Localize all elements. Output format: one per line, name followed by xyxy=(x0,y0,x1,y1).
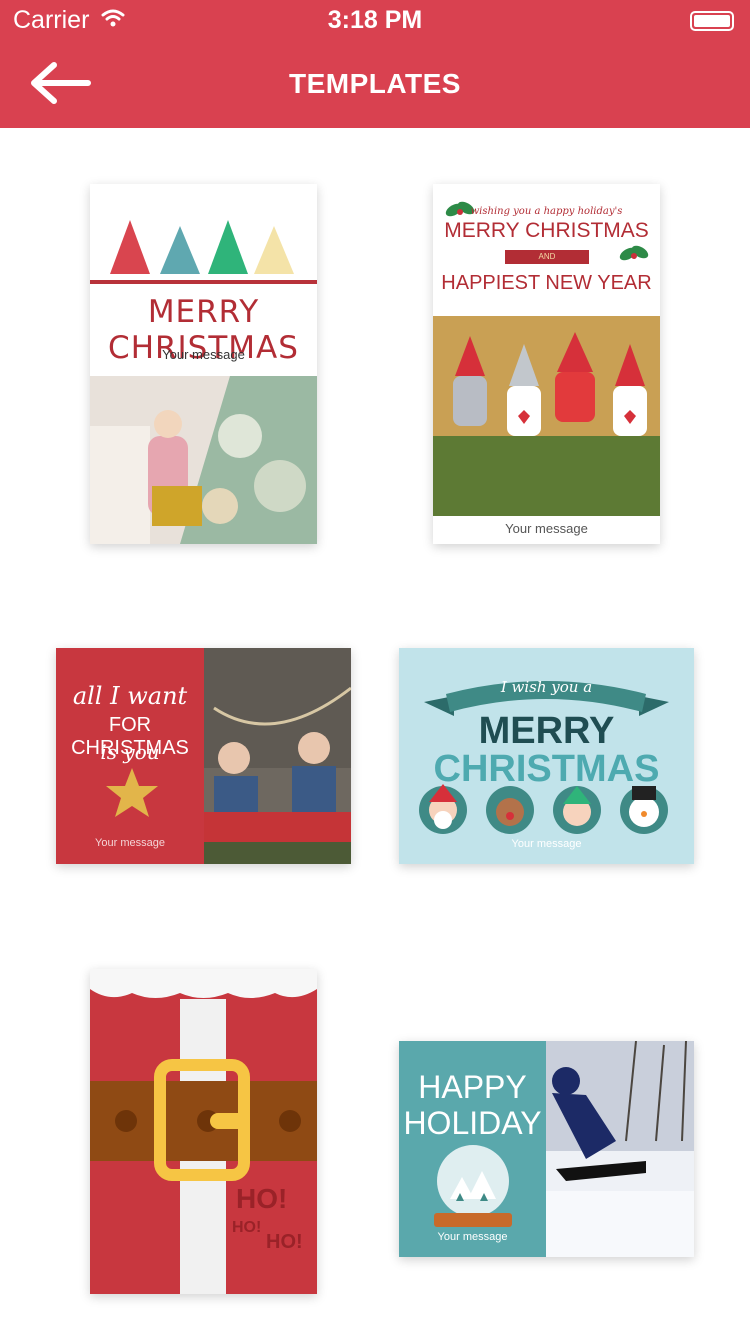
template-card-2[interactable]: wishing you a happy holiday's MERRY CHRI… xyxy=(433,184,660,544)
template-card-4[interactable]: I wish you a MERRY CHRISTMAS Your messag… xyxy=(399,648,694,864)
card-line-2: HOLIDAY xyxy=(403,1105,542,1141)
template-card-5[interactable]: HO! HO! HO! xyxy=(90,969,317,1294)
card-line-3: is you xyxy=(100,740,160,764)
photo-kids-wagon xyxy=(204,648,351,864)
snow-globe-icon xyxy=(434,1145,512,1227)
photo-knitted-dolls xyxy=(433,316,660,516)
card-line-1: MERRY xyxy=(478,710,615,752)
christmas-characters-icons xyxy=(419,784,668,834)
battery-icon xyxy=(690,11,734,31)
nav-bar: Carrier 3:18 PM TEMPLATES xyxy=(0,0,750,128)
card-message: Your message xyxy=(162,347,245,362)
card-message: Your message xyxy=(437,1231,508,1243)
status-time: 3:18 PM xyxy=(327,6,423,34)
card-message: Your message xyxy=(95,837,165,849)
holly-icon xyxy=(619,245,649,261)
template-card-1[interactable]: MERRY CHRISTMAS Your message xyxy=(90,184,317,544)
photo-child-sled xyxy=(546,1041,694,1257)
card-message: Your message xyxy=(511,838,582,850)
card-ho-small-2: HO! xyxy=(266,1231,303,1253)
card-script-text: wishing you a happy holiday's xyxy=(470,206,623,217)
card-ribbon: AND xyxy=(505,250,589,264)
photo-girl-christmas-tree xyxy=(90,376,317,544)
card-heading: MERRY CHRISTMAS xyxy=(444,219,649,242)
card-ho-main: HO! xyxy=(236,1183,288,1214)
template-card-3[interactable]: all I want FOR CHRISTMAS is you Your mes… xyxy=(56,648,351,864)
card-subheading: HAPPIEST NEW YEAR xyxy=(441,272,652,294)
card-message: Your message xyxy=(505,521,588,536)
star-icon xyxy=(106,768,158,817)
page-title: TEMPLATES xyxy=(289,68,461,99)
card-ho-small-1: HO! xyxy=(232,1219,262,1236)
status-bar: Carrier 3:18 PM xyxy=(0,0,750,40)
card-line-1: all I want xyxy=(72,682,188,710)
card-ribbon-text: I wish you a xyxy=(500,678,593,696)
christmas-trees-icon xyxy=(90,220,317,284)
card-line-1: HAPPY xyxy=(418,1069,527,1105)
template-card-6[interactable]: HAPPY HOLIDAY Your message xyxy=(399,1041,694,1257)
